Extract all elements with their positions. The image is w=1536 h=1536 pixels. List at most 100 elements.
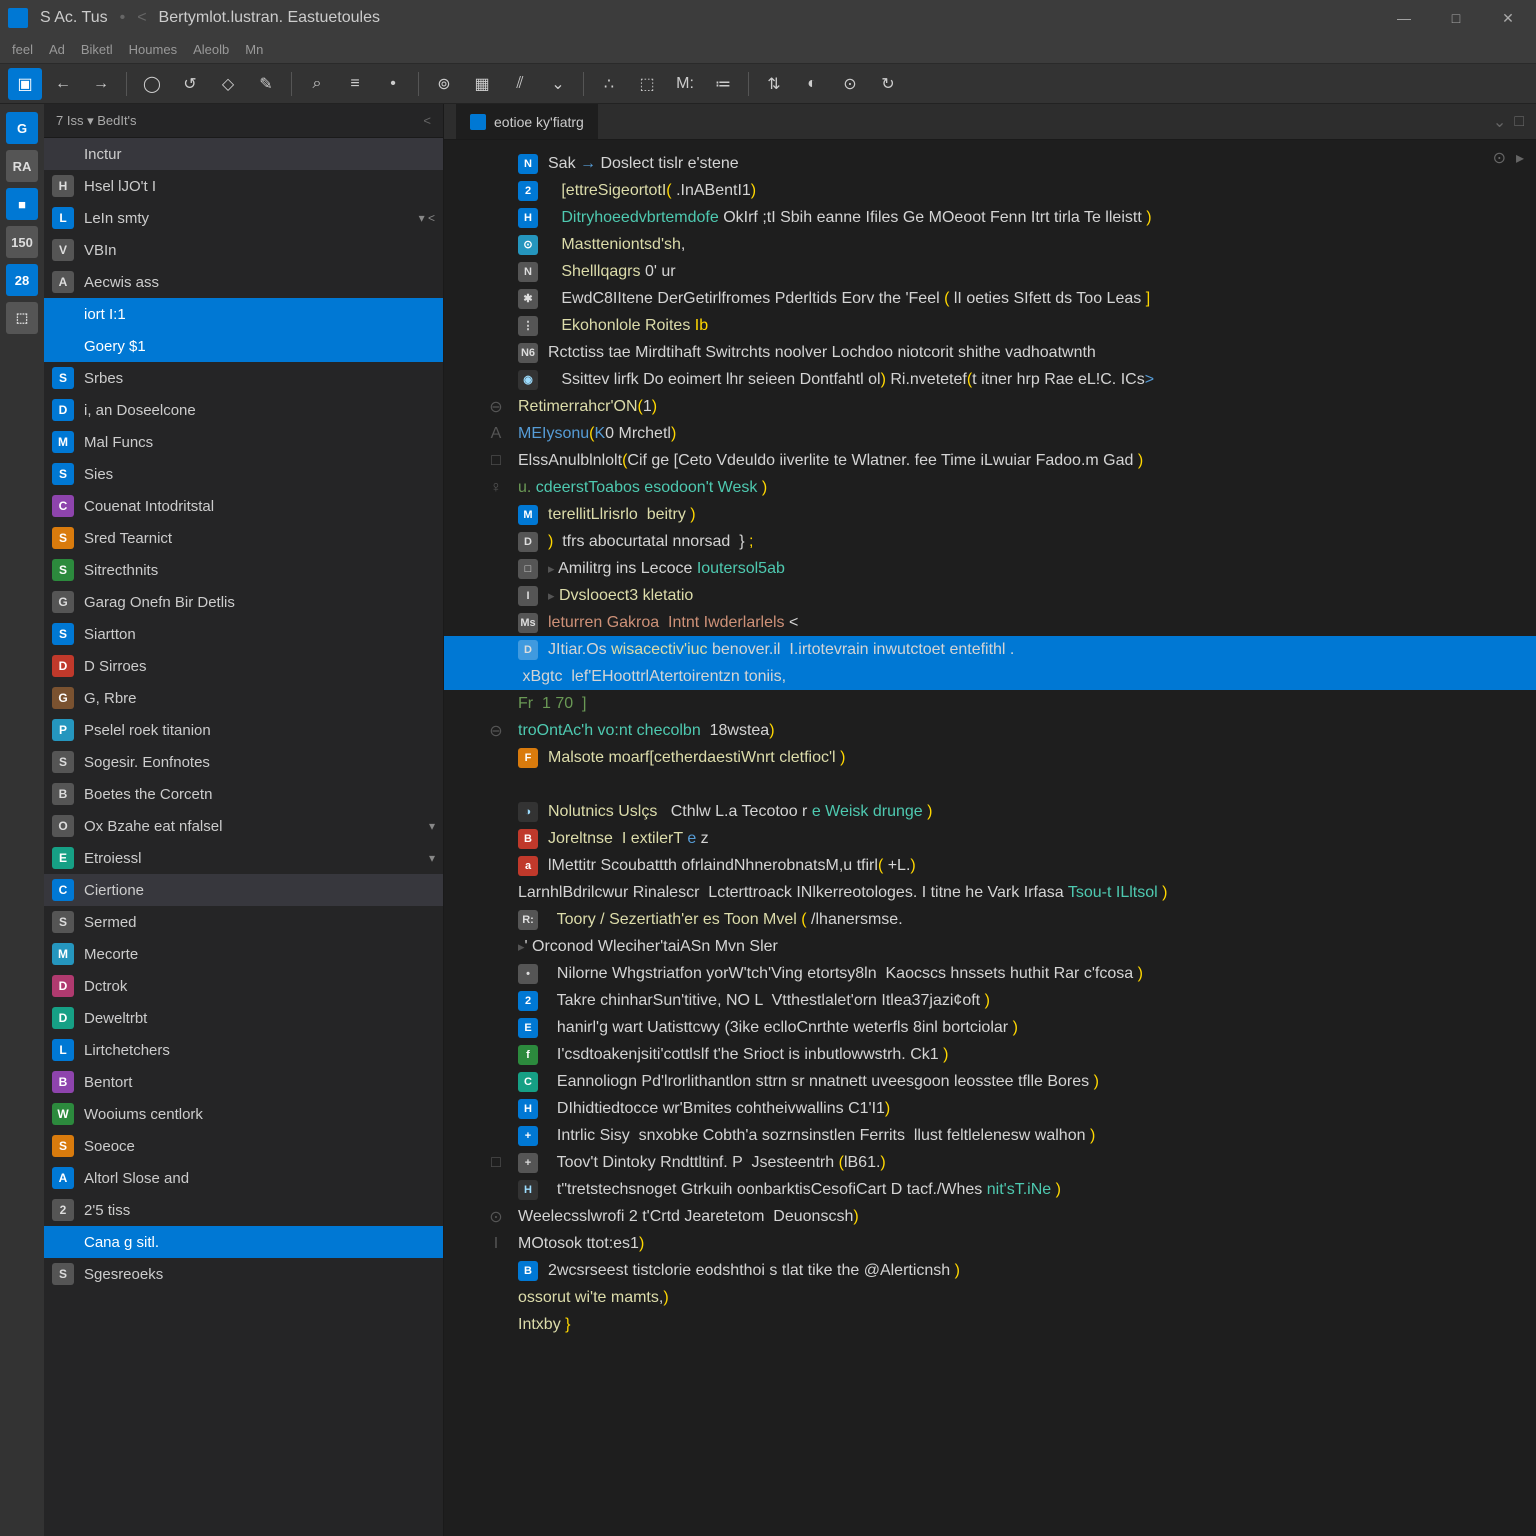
sidebar-item[interactable]: DD Sirroes <box>44 650 443 682</box>
settings-icon[interactable]: ▸ <box>1516 148 1524 168</box>
sidebar-item[interactable]: Cana g sitl. <box>44 1226 443 1258</box>
code-line[interactable]: Intxby } <box>484 1311 1516 1338</box>
sidebar-item[interactable]: HHsel lJO't I <box>44 170 443 202</box>
minimize-button[interactable]: — <box>1384 4 1424 32</box>
code-line[interactable]: □+ Toov't Dintoky Rndttltinf. P Jsesteen… <box>484 1149 1516 1176</box>
toolbar-btn-3[interactable]: ◯ <box>135 68 169 100</box>
code-line[interactable]: ⊖Retimerrahcr'ON(1) <box>484 393 1516 420</box>
toolbar-btn-16[interactable]: M: <box>668 68 702 100</box>
sidebar-item[interactable]: AAecwis ass <box>44 266 443 298</box>
toolbar-btn-6[interactable]: ✎ <box>249 68 283 100</box>
sidebar-item[interactable]: iort I:1 <box>44 298 443 330</box>
sidebar-item[interactable]: SSies <box>44 458 443 490</box>
activity-0[interactable]: G <box>6 112 38 144</box>
sidebar-item[interactable]: PPselel roek titanion <box>44 714 443 746</box>
activity-3[interactable]: 150 <box>6 226 38 258</box>
sidebar-item[interactable]: LLeIn smty▾ < <box>44 202 443 234</box>
activity-4[interactable]: 28 <box>6 264 38 296</box>
sidebar-item[interactable]: MMecorte <box>44 938 443 970</box>
code-line[interactable]: DJItiar.Os wisacectiv'iuc benover.il I.i… <box>444 636 1536 663</box>
menu-feel[interactable]: feel <box>12 42 33 57</box>
toolbar-btn-17[interactable]: ≔ <box>706 68 740 100</box>
sidebar-item[interactable]: VVBIn <box>44 234 443 266</box>
code-line[interactable]: ⊖troOntAc'h vo:nt checolbn 18wstea) <box>484 717 1516 744</box>
code-line[interactable]: □▸ Amilitrg ins Lecoce Ioutersol5ab <box>484 555 1516 582</box>
sidebar-item[interactable]: Inctur <box>44 138 443 170</box>
sidebar-item[interactable]: SSgesreoeks <box>44 1258 443 1290</box>
sidebar-header[interactable]: 7 Iss ▾ BedIt's < <box>44 104 443 138</box>
activity-5[interactable]: ⬚ <box>6 302 38 334</box>
code-line[interactable] <box>484 771 1516 798</box>
sidebar-item[interactable]: DDctrok <box>44 970 443 1002</box>
code-line[interactable]: ⊙ Mastteniontsd'sh, <box>484 231 1516 258</box>
sidebar-item[interactable]: EEtroiessl▾ <box>44 842 443 874</box>
code-line[interactable]: FMalsote moarf[cetherdaestiWnrt cletfioc… <box>484 744 1516 771</box>
code-line[interactable]: NSak → Doslect tislr e'stene <box>484 150 1516 177</box>
code-line[interactable]: E hanirl'g wart Uatisttcwy (3ike eclloCn… <box>484 1014 1516 1041</box>
toolbar-btn-5[interactable]: ◇ <box>211 68 245 100</box>
toolbar-btn-2[interactable]: → <box>84 68 118 100</box>
toolbar-btn-18[interactable]: ⇅ <box>757 68 791 100</box>
code-line[interactable]: H t"tretstechsnoget Gtrkuih oonbarktisCe… <box>484 1176 1516 1203</box>
code-line[interactable]: BJoreltnse I extilerT e z <box>484 825 1516 852</box>
sidebar-item[interactable]: CCiertione <box>44 874 443 906</box>
code-line[interactable]: ✱ EwdC8IItene DerGetirlfromes Pderltids … <box>484 285 1516 312</box>
sidebar-item[interactable]: DDeweltrbt <box>44 1002 443 1034</box>
sidebar-item[interactable]: SSitrecthnits <box>44 554 443 586</box>
code-line[interactable]: ◉ Ssittev lirfk Do eoimert lhr seieen Do… <box>484 366 1516 393</box>
toolbar-btn-0[interactable]: ▣ <box>8 68 42 100</box>
sidebar-item[interactable]: OOx Bzahe eat nfalsel▾ <box>44 810 443 842</box>
code-line[interactable]: LarnhlBdrilcwur Rinalescr Lcterttroack I… <box>484 879 1516 906</box>
editor[interactable]: ⊙ ▸ NSak → Doslect tislr e'stene2 [ettre… <box>444 140 1536 1536</box>
code-line[interactable]: B2wcsrseest tistclorie eodshthoi s tlat … <box>484 1257 1516 1284</box>
menu-biketl[interactable]: Biketl <box>81 42 113 57</box>
menu-houmes[interactable]: Houmes <box>129 42 177 57</box>
sidebar-item[interactable]: SSred Tearnict <box>44 522 443 554</box>
toolbar-btn-20[interactable]: ⊙ <box>833 68 867 100</box>
sidebar-item[interactable]: AAltorl Slose and <box>44 1162 443 1194</box>
toolbar-btn-1[interactable]: ← <box>46 68 80 100</box>
sidebar-item[interactable]: SSrbes <box>44 362 443 394</box>
maximize-button[interactable]: □ <box>1436 4 1476 32</box>
sidebar-item[interactable]: SSiartton <box>44 618 443 650</box>
code-line[interactable]: R: Toory / Sezertiath'er es Toon Mvel ( … <box>484 906 1516 933</box>
toolbar-btn-10[interactable]: ⊚ <box>427 68 461 100</box>
activity-2[interactable]: ■ <box>6 188 38 220</box>
code-line[interactable]: • Nilorne Whgstriatfon yorW'tch'Ving eto… <box>484 960 1516 987</box>
code-line[interactable]: ▸' Orconod Wleciher'taiASn Mvn Sler <box>484 933 1516 960</box>
menu-mn[interactable]: Mn <box>245 42 263 57</box>
toolbar-btn-15[interactable]: ⬚ <box>630 68 664 100</box>
sidebar-item[interactable]: Di, an Doseelcone <box>44 394 443 426</box>
code-line[interactable]: + Intrlic Sisy snxobke Cobth'a sozrnsins… <box>484 1122 1516 1149</box>
code-line[interactable]: N6Rctctiss tae Mirdtihaft Switrchts nool… <box>484 339 1516 366</box>
code-line[interactable]: ossorut wi'te mamts,) <box>484 1284 1516 1311</box>
code-line[interactable]: IMOtosok ttot:es1) <box>484 1230 1516 1257</box>
toolbar-btn-8[interactable]: ≡ <box>338 68 372 100</box>
menu-ad[interactable]: Ad <box>49 42 65 57</box>
sidebar-item[interactable]: BBoetes the Corcetn <box>44 778 443 810</box>
code-line[interactable]: 2 [ettreSigeortotI( .InABentI1) <box>484 177 1516 204</box>
toolbar-btn-21[interactable]: ↻ <box>871 68 905 100</box>
toolbar-btn-14[interactable]: ∴ <box>592 68 626 100</box>
toolbar-btn-19[interactable]: ◐ <box>795 68 829 100</box>
code-line[interactable]: ⋮ Ekohonlole Roites Ib <box>484 312 1516 339</box>
activity-1[interactable]: RA <box>6 150 38 182</box>
code-line[interactable]: MterellitLlrisrlo beitry ) <box>484 501 1516 528</box>
toolbar-btn-4[interactable]: ↺ <box>173 68 207 100</box>
toolbar-btn-12[interactable]: ⫽ <box>503 68 537 100</box>
sidebar-item[interactable]: Goery $1 <box>44 330 443 362</box>
sidebar-item[interactable]: SSogesir. Eonfnotes <box>44 746 443 778</box>
toolbar-btn-11[interactable]: ▦ <box>465 68 499 100</box>
sidebar-item[interactable]: BBentort <box>44 1066 443 1098</box>
code-line[interactable]: xBgtc lef'EHoottrlAtertoirentzn toniis, <box>444 663 1536 690</box>
code-line[interactable]: N Shelllqagrs 0' ur <box>484 258 1516 285</box>
code-line[interactable]: ♀u. cdeerstToabos esodoon't Wesk ) <box>484 474 1516 501</box>
editor-tab[interactable]: eotioe ky'fiatrg <box>456 104 599 139</box>
sidebar-item[interactable]: CCouenat Intodritstal <box>44 490 443 522</box>
code-line[interactable]: ◑Nolutnics Uslçs Cthlw L.a Tecotoo r e W… <box>484 798 1516 825</box>
code-line[interactable]: Fr 1 70 ] <box>484 690 1516 717</box>
menu-aleolb[interactable]: Aleolb <box>193 42 229 57</box>
code-line[interactable]: f I'csdtoakenjsiti'cottlslf t'he Srioct … <box>484 1041 1516 1068</box>
sidebar-item[interactable]: GGarag Onefn Bir Detlis <box>44 586 443 618</box>
toolbar-btn-9[interactable]: • <box>376 68 410 100</box>
